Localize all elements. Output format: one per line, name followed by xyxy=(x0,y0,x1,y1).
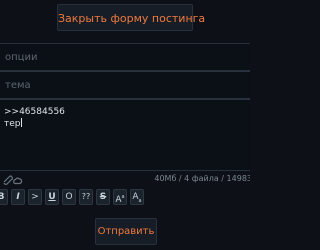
options-field[interactable] xyxy=(0,43,250,71)
message-line-reply: >>46584556 xyxy=(4,107,65,117)
posting-form: Закрыть форму постинга >>46584556 тер 40… xyxy=(0,0,250,250)
bold-button[interactable]: B xyxy=(0,189,8,205)
text-cursor xyxy=(20,118,22,127)
underline-button[interactable]: U xyxy=(45,189,59,205)
markup-toolbar: B I > U O ?? S Aa Aa xyxy=(0,189,144,205)
message-textarea[interactable]: >>46584556 тер xyxy=(0,99,250,171)
attachment-row: 40Мб / 4 файла / 14983 xyxy=(0,172,250,186)
subscript-marker: a xyxy=(138,197,142,204)
file-limit-info: 40Мб / 4 файла / 14983 xyxy=(154,174,250,183)
quote-button[interactable]: > xyxy=(28,189,42,205)
overline-button[interactable]: O xyxy=(62,189,76,205)
italic-button[interactable]: I xyxy=(11,189,25,205)
paperclip-icon xyxy=(3,175,13,185)
superscript-button[interactable]: Aa xyxy=(113,189,127,205)
close-posting-form-button[interactable]: Закрыть форму постинга xyxy=(57,4,205,31)
strike-button[interactable]: S xyxy=(96,189,110,205)
submit-button[interactable]: Отправить xyxy=(95,218,157,245)
subscript-button[interactable]: Aa xyxy=(130,189,144,205)
message-line-text: тер xyxy=(4,118,22,129)
spoiler-button[interactable]: ?? xyxy=(79,189,93,205)
superscript-marker: a xyxy=(121,194,125,200)
attach-icons[interactable] xyxy=(1,172,23,186)
subject-field[interactable] xyxy=(0,71,250,99)
cloud-icon xyxy=(13,177,23,185)
